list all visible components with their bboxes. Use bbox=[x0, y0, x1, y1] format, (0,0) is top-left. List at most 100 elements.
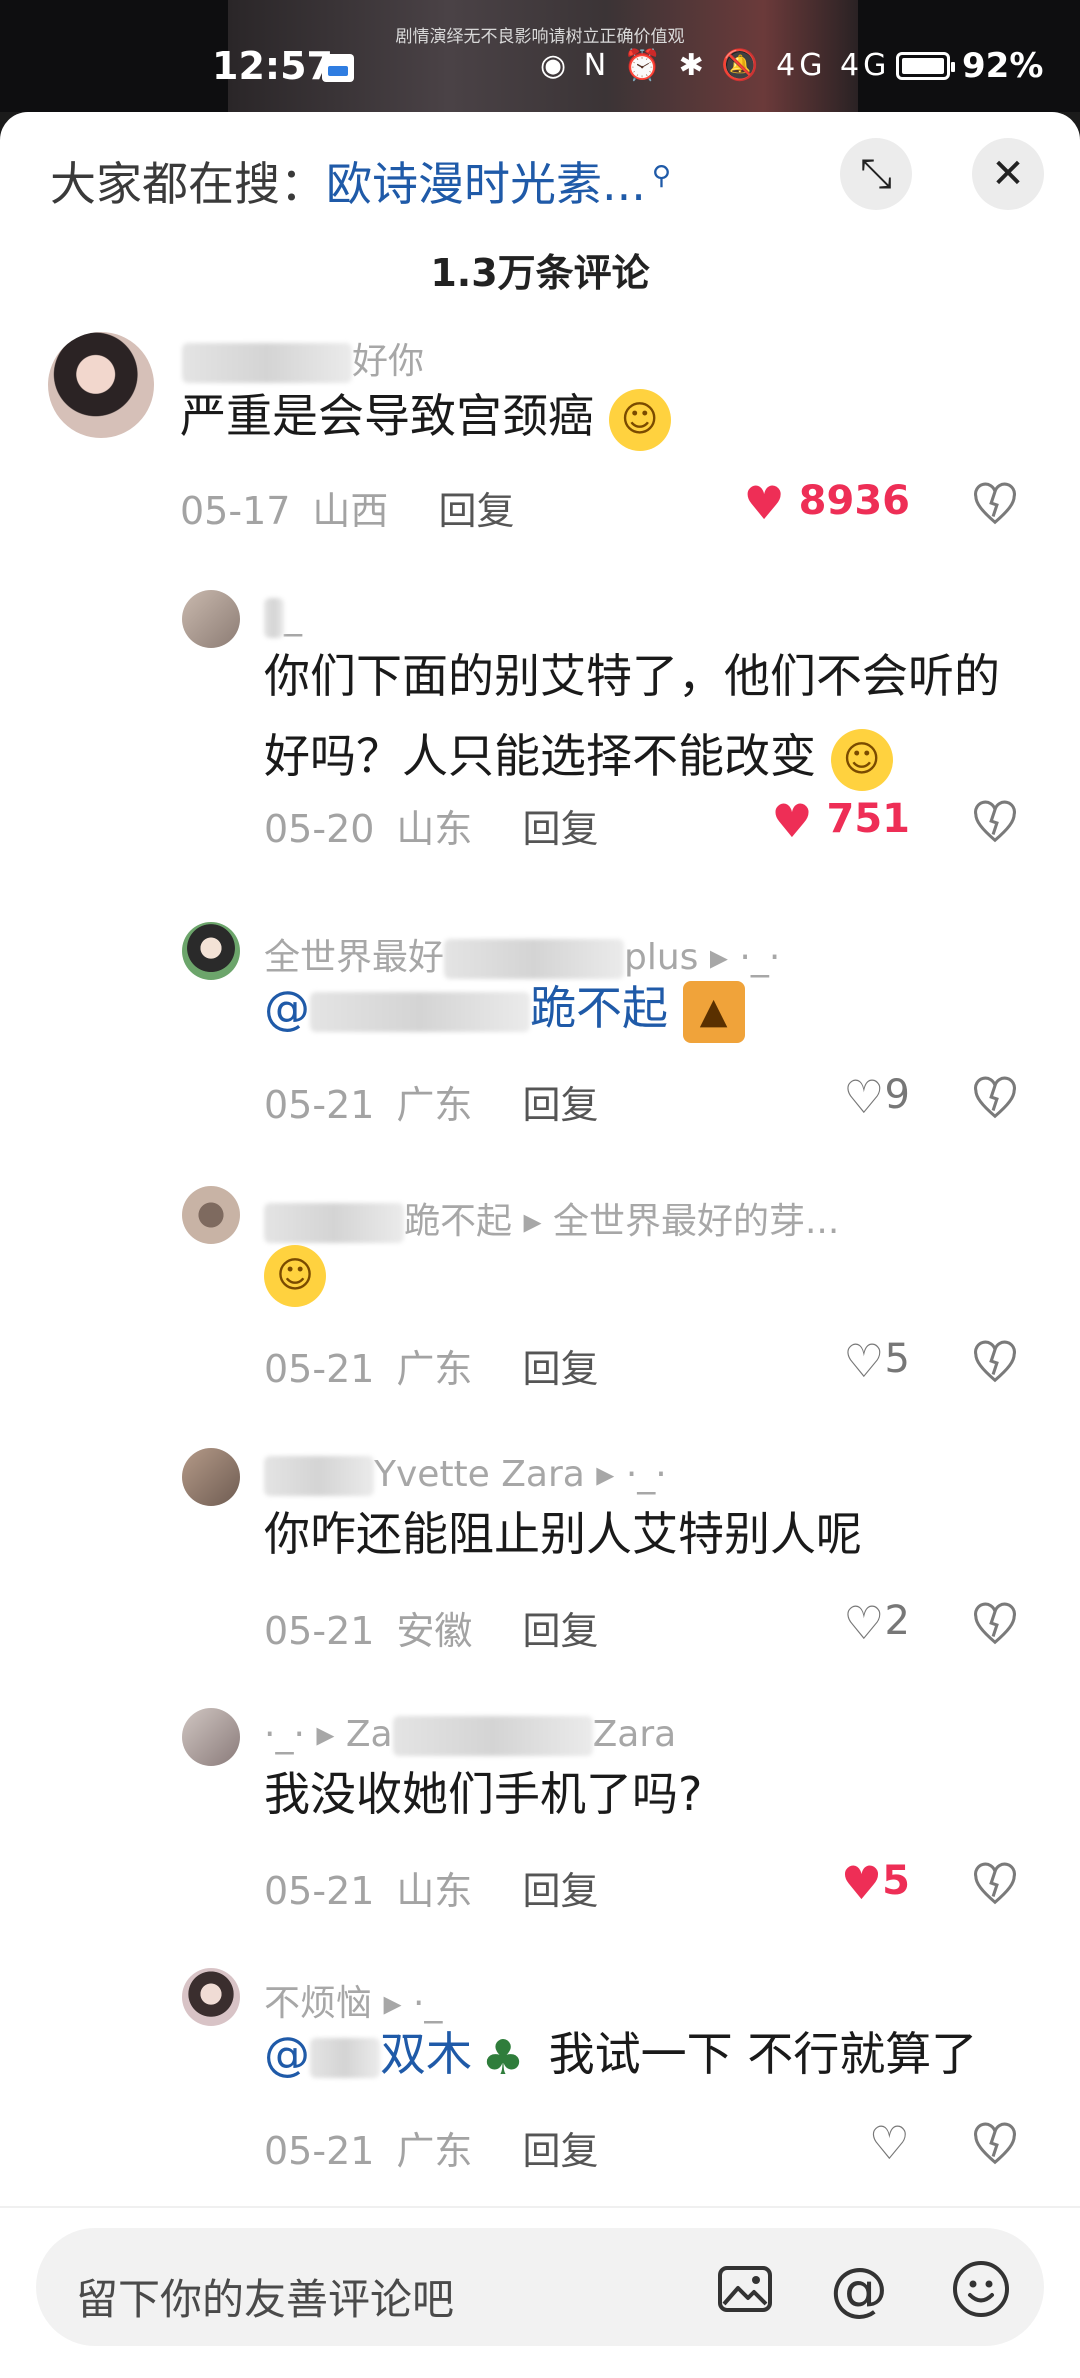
comment-item: 好你 严重是会导致宫颈癌 ☺ 05-17 山西 回复 ♥ 8936 bbox=[0, 332, 1080, 562]
video-notice: 剧情演绎无不良影响请树立正确价值观 bbox=[395, 27, 685, 47]
heart-filled-icon: ♥ bbox=[743, 476, 785, 530]
comment-input-placeholder[interactable]: 留下你的友善评论吧 bbox=[76, 2266, 454, 2327]
reply-target[interactable]: Za bbox=[346, 1714, 393, 1755]
heart-filled-icon: ♥ bbox=[840, 1856, 883, 1910]
comment-username[interactable]: 跪不起 ▸ 全世界最好的芽... bbox=[264, 1192, 839, 1244]
like-count: 5 bbox=[884, 1336, 910, 1382]
reply-button[interactable]: 回复 bbox=[438, 489, 514, 533]
comment-date: 05-21 bbox=[264, 1609, 375, 1653]
mention-at: @ bbox=[264, 981, 310, 1035]
avatar[interactable] bbox=[182, 1448, 240, 1506]
emoji-icon[interactable] bbox=[950, 2258, 1012, 2320]
sweat-smile-emoji-icon: ☺ bbox=[608, 388, 671, 451]
comment-location: 山东 bbox=[396, 1869, 473, 1913]
dislike-icon[interactable] bbox=[972, 800, 1018, 846]
comment-text: ☺ bbox=[264, 1232, 326, 1312]
like-count: 2 bbox=[884, 1598, 910, 1644]
avatar[interactable] bbox=[182, 922, 240, 980]
search-suggestion[interactable]: 大家都在搜：欧诗漫时光素... ⚲ bbox=[50, 148, 671, 214]
dislike-icon[interactable] bbox=[972, 2122, 1018, 2168]
search-suggestion-keyword[interactable]: 欧诗漫时光素... bbox=[326, 157, 646, 211]
at-mention-icon[interactable]: @ bbox=[828, 2258, 890, 2320]
reply-item: 跪不起 ▸ 全世界最好的芽... ☺ 05-21 广东 回复 ♡5 bbox=[0, 1186, 1080, 1426]
comment-text: @ 双木 ♣ 我试一下 不行就算了 bbox=[264, 2014, 977, 2094]
comment-body: 严重是会导致宫颈癌 bbox=[180, 389, 594, 443]
cat-wall-emoji-icon: ▲ bbox=[682, 980, 745, 1043]
username-suffix: _ bbox=[284, 596, 302, 637]
heart-filled-icon: ♥ bbox=[771, 794, 813, 848]
reply-button[interactable]: 回复 bbox=[522, 1347, 598, 1391]
comment-meta: 05-21 广东 回复 bbox=[264, 1338, 598, 1393]
mention-at: @ bbox=[264, 2027, 310, 2081]
avatar[interactable] bbox=[182, 1186, 240, 1244]
comment-text: 你咋还能阻止别人艾特别人呢 bbox=[264, 1494, 862, 1574]
reply-button[interactable]: 回复 bbox=[522, 1869, 598, 1913]
flushed-emoji-icon: ☺ bbox=[830, 728, 893, 791]
reply-target[interactable]: ·_· bbox=[626, 1454, 667, 1495]
like-count: 9 bbox=[884, 1072, 910, 1118]
comment-meta: 05-21 山东 回复 bbox=[264, 1860, 598, 1915]
reply-target[interactable]: 全世界最好的芽... bbox=[553, 1201, 839, 1242]
search-icon: ⚲ bbox=[651, 160, 671, 191]
comment-location: 山东 bbox=[396, 807, 473, 851]
tree-emoji-icon: ♣ bbox=[481, 2029, 525, 2086]
comment-meta: 05-20 山东 回复 bbox=[264, 798, 598, 853]
username-text: Yvette Zara bbox=[374, 1454, 585, 1495]
comment-date: 05-20 bbox=[264, 807, 375, 851]
comment-username[interactable]: Yvette Zara ▸ ·_· bbox=[264, 1454, 667, 1496]
image-icon[interactable] bbox=[714, 2258, 776, 2320]
comment-location: 广东 bbox=[396, 2129, 473, 2173]
comment-username[interactable]: _ bbox=[264, 596, 302, 638]
like-button[interactable]: ♡ bbox=[760, 2116, 910, 2170]
mention-link[interactable]: @ 双木 bbox=[264, 2027, 472, 2081]
reply-button[interactable]: 回复 bbox=[522, 807, 598, 851]
heart-outline-icon: ♡ bbox=[843, 1596, 885, 1650]
comment-meta: 05-21 广东 回复 bbox=[264, 2120, 598, 2175]
dislike-icon[interactable] bbox=[972, 1862, 1018, 1908]
mention-link[interactable]: @ 跪不起 bbox=[264, 981, 668, 1035]
mention-suffix: 跪不起 bbox=[530, 981, 668, 1035]
comment-date: 05-21 bbox=[264, 1347, 375, 1391]
mention-suffix: 双木 bbox=[380, 2027, 472, 2081]
heart-outline-icon: ♡ bbox=[843, 1334, 885, 1388]
comment-text: 你们下面的别艾特了，他们不会听的好吗？人只能选择不能改变 ☺ bbox=[264, 636, 1034, 796]
comment-username[interactable]: ·_· ▸ Za Zara bbox=[264, 1714, 676, 1756]
username-text: ·_· bbox=[264, 1714, 305, 1755]
reply-item: Yvette Zara ▸ ·_· 你咋还能阻止别人艾特别人呢 05-21 安徽 回… bbox=[0, 1448, 1080, 1688]
like-button[interactable]: ♡9 bbox=[760, 1070, 910, 1124]
like-button[interactable]: ♥5 bbox=[760, 1856, 910, 1910]
app-notification-icon bbox=[322, 54, 354, 82]
reply-button[interactable]: 回复 bbox=[522, 1609, 598, 1653]
dislike-icon[interactable] bbox=[972, 1076, 1018, 1122]
comment-date: 05-21 bbox=[264, 2129, 375, 2173]
comment-count: 1.3万条评论 bbox=[430, 251, 650, 295]
username-text: 跪不起 bbox=[404, 1201, 513, 1242]
dislike-icon[interactable] bbox=[972, 482, 1018, 528]
reply-button[interactable]: 回复 bbox=[522, 2129, 598, 2173]
dislike-icon[interactable] bbox=[972, 1340, 1018, 1386]
comment-text: 我没收她们手机了吗? bbox=[264, 1754, 702, 1834]
comment-date: 05-21 bbox=[264, 1869, 375, 1913]
comment-body: 我试一下 不行就算了 bbox=[548, 2027, 978, 2081]
comment-location: 安徽 bbox=[396, 1609, 473, 1653]
battery-icon bbox=[896, 52, 955, 80]
comment-body: 你咋还能阻止别人艾特别人呢 bbox=[264, 1507, 862, 1561]
like-button[interactable]: ♥ 751 bbox=[740, 794, 910, 848]
heart-outline-icon: ♡ bbox=[868, 2116, 910, 2170]
reply-item: ·_· ▸ Za Zara 我没收她们手机了吗? 05-21 山东 回复 ♥5 bbox=[0, 1708, 1080, 1948]
avatar[interactable] bbox=[48, 332, 154, 438]
like-button[interactable]: ♥ 8936 bbox=[740, 476, 910, 530]
avatar[interactable] bbox=[182, 590, 240, 648]
like-button[interactable]: ♡2 bbox=[760, 1596, 910, 1650]
avatar[interactable] bbox=[182, 1708, 240, 1766]
avatar[interactable] bbox=[182, 1968, 240, 2026]
reply-target[interactable]: ·_· bbox=[739, 937, 780, 978]
comment-input-bar: 留下你的友善评论吧 @ bbox=[0, 2206, 1080, 2378]
comment-location: 山西 bbox=[312, 489, 389, 533]
like-button[interactable]: ♡5 bbox=[760, 1334, 910, 1388]
dislike-icon[interactable] bbox=[972, 1602, 1018, 1648]
like-count: 8936 bbox=[798, 478, 910, 524]
close-icon[interactable]: ✕ bbox=[972, 138, 1044, 210]
reply-button[interactable]: 回复 bbox=[522, 1083, 598, 1127]
collapse-icon[interactable]: ⤡ bbox=[840, 138, 912, 210]
